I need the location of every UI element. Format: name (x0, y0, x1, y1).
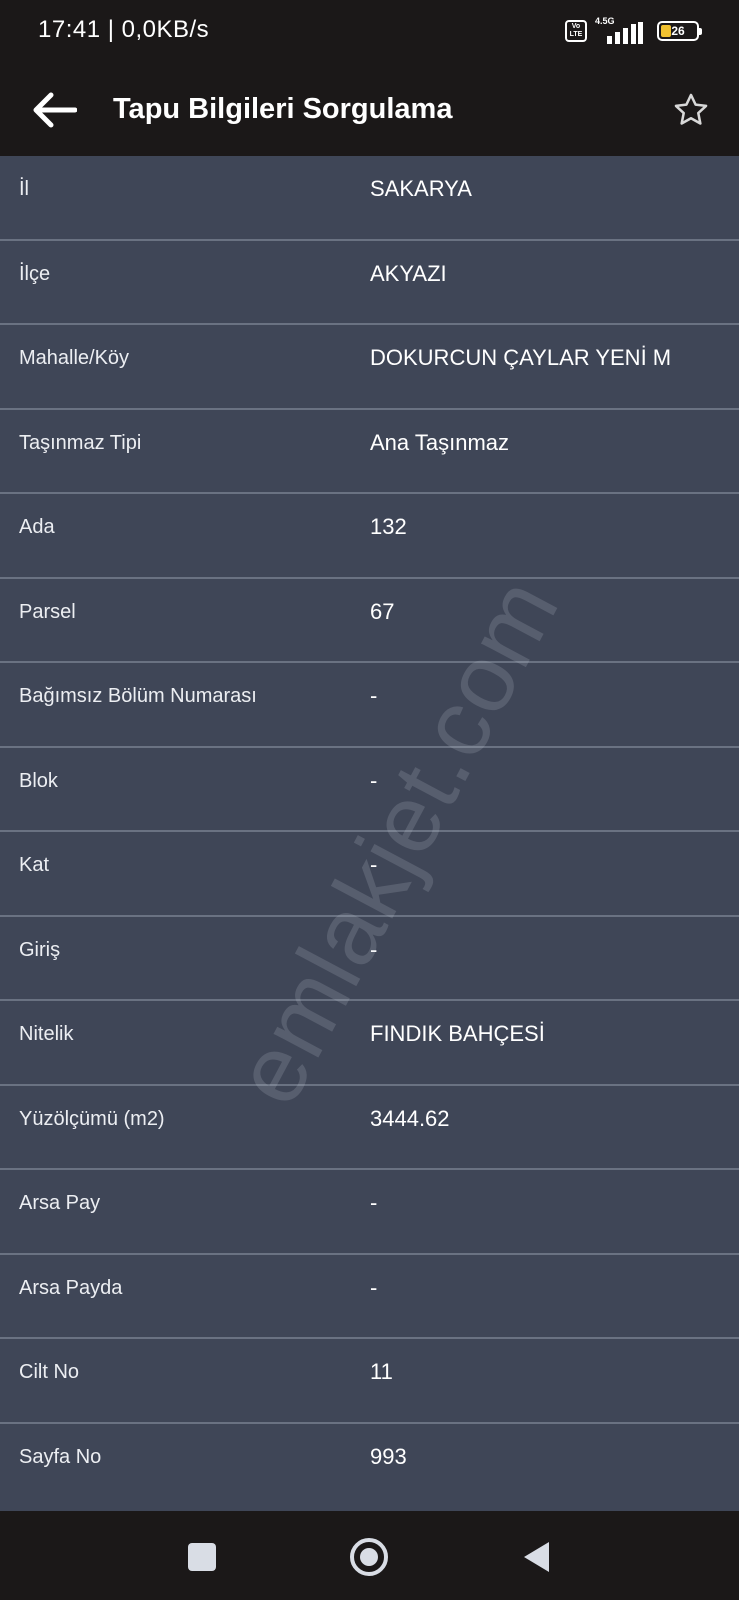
page-title: Tapu Bilgileri Sorgulama (113, 93, 453, 125)
row-value: - (370, 852, 378, 877)
info-row-tasinmaz-tipi: Taşınmaz Tipi Ana Taşınmaz (0, 410, 739, 494)
nav-home-button[interactable] (347, 1537, 391, 1577)
info-row-cilt-no: Cilt No 11 (0, 1339, 739, 1424)
info-row-sayfa-no: Sayfa No 993 (0, 1424, 739, 1509)
row-value: - (370, 936, 378, 962)
row-label: Nitelik (19, 1023, 74, 1045)
row-label: Giriş (19, 938, 61, 961)
row-value: 993 (370, 1443, 407, 1469)
row-label: Taşınmaz Tipi (19, 431, 142, 454)
status-bar: 17:41 | 0,0KB/s Vo LTE 4.5G 26 (0, 0, 739, 64)
deed-info-content[interactable]: İl SAKARYA İlçe AKYAZI Mahalle/Köy DOKUR… (0, 156, 739, 1511)
triangle-back-icon (524, 1542, 549, 1572)
row-label: Ada (19, 516, 55, 538)
row-value: - (370, 1274, 378, 1300)
status-time-speed: 17:41 | 0,0KB/s (38, 16, 210, 43)
system-nav-bar (0, 1511, 739, 1600)
row-label: Kat (19, 854, 50, 876)
battery-tip (699, 28, 702, 35)
row-label: Yüzölçümü (m2) (19, 1107, 165, 1130)
info-row-bagimsiz-bolum: Bağımsız Bölüm Numarası - (0, 663, 739, 748)
nav-recent-button[interactable] (186, 1542, 218, 1572)
info-row-nitelik: Nitelik FINDIK BAHÇESİ (0, 1001, 739, 1086)
arrow-left-icon (33, 92, 77, 128)
info-row-kat: Kat - (0, 832, 739, 917)
app-bar: Tapu Bilgileri Sorgulama (0, 64, 739, 156)
row-label: Sayfa No (19, 1445, 102, 1468)
row-value: - (370, 1190, 378, 1215)
row-value: Ana Taşınmaz (370, 429, 510, 455)
row-label: Parsel (19, 600, 76, 623)
info-row-blok: Blok - (0, 748, 739, 832)
row-label: İlçe (19, 262, 51, 285)
row-value: 67 (370, 598, 395, 624)
row-label: İl (19, 178, 29, 200)
favorite-button[interactable] (663, 82, 719, 138)
row-value: 11 (370, 1359, 393, 1384)
row-value: SAKARYA (370, 176, 472, 201)
signal-icon (607, 22, 643, 44)
row-label: Arsa Pay (19, 1192, 101, 1214)
info-row-arsa-payda: Arsa Payda - (0, 1255, 739, 1339)
square-icon (188, 1543, 216, 1571)
row-value: - (370, 683, 378, 708)
row-label: Blok (19, 769, 58, 792)
signal-group: 4.5G (595, 16, 643, 44)
row-value: DOKURCUN ÇAYLAR YENİ M (370, 345, 672, 370)
row-value: FINDIK BAHÇESİ (370, 1021, 545, 1046)
row-value: 132 (370, 514, 407, 539)
info-row-ada: Ada 132 (0, 494, 739, 579)
circle-home-icon (350, 1538, 388, 1576)
row-label: Cilt No (19, 1361, 80, 1383)
back-button[interactable] (22, 82, 86, 138)
row-label: Bağımsız Bölüm Numarası (19, 685, 257, 707)
info-row-giris: Giriş - (0, 917, 739, 1001)
status-icons: Vo LTE 4.5G 26 (565, 16, 702, 44)
nav-back-button[interactable] (518, 1539, 554, 1575)
battery-level: 26 (671, 24, 685, 38)
info-row-mahalle-koy: Mahalle/Köy DOKURCUN ÇAYLAR YENİ M (0, 325, 739, 410)
volte-icon: Vo LTE (565, 20, 587, 42)
battery-icon: 26 (657, 21, 702, 41)
row-value: - (370, 767, 378, 793)
row-value: 3444.62 (370, 1105, 450, 1131)
row-label: Arsa Payda (19, 1276, 123, 1299)
info-row-il: İl SAKARYA (0, 156, 739, 241)
row-value: AKYAZI (370, 260, 447, 286)
info-row-parsel: Parsel 67 (0, 579, 739, 663)
star-outline-icon (674, 93, 708, 125)
row-label: Mahalle/Köy (19, 347, 130, 369)
info-row-arsa-pay: Arsa Pay - (0, 1170, 739, 1255)
info-row-yuzolcumu: Yüzölçümü (m2) 3444.62 (0, 1086, 739, 1170)
deed-info-list: İl SAKARYA İlçe AKYAZI Mahalle/Köy DOKUR… (0, 156, 739, 1508)
info-row-ilce: İlçe AKYAZI (0, 241, 739, 325)
